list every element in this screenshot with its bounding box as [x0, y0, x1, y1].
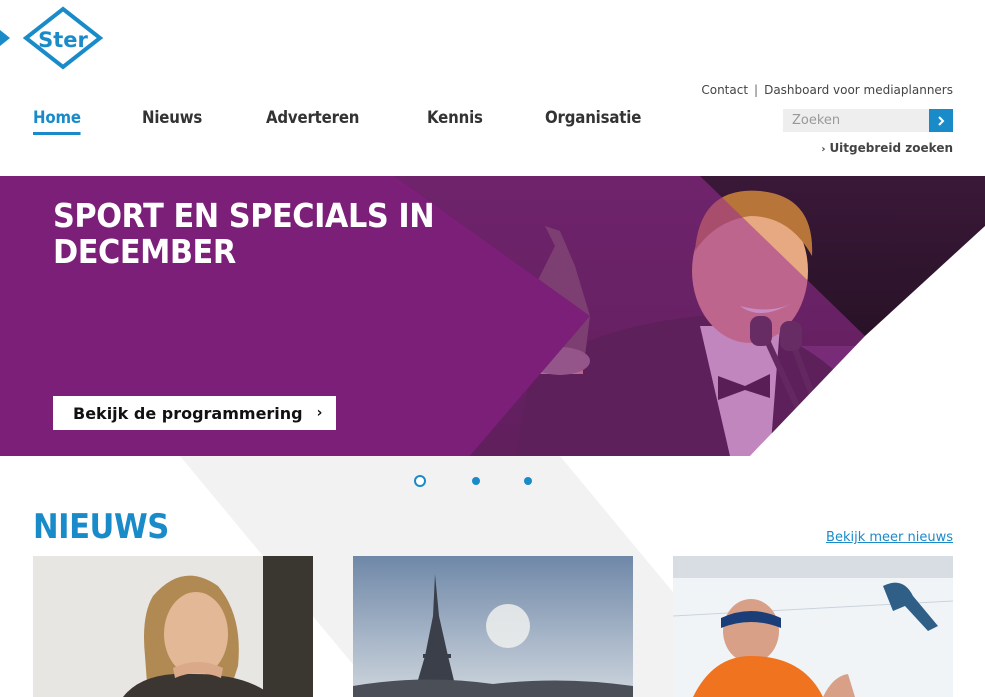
chevron-right-icon: ›	[821, 144, 826, 155]
eiffel-tower-photo	[353, 556, 633, 697]
speed-skater-photo	[673, 556, 953, 697]
advanced-search-label: Uitgebreid zoeken	[829, 141, 953, 155]
woman-portrait-photo	[33, 556, 313, 697]
more-news-link[interactable]: Bekijk meer nieuws	[826, 530, 953, 545]
carousel-dot-1[interactable]	[414, 475, 426, 487]
carousel-indicators	[414, 475, 576, 487]
top-links-separator: |	[754, 83, 759, 97]
news-heading: NIEUWS	[33, 507, 169, 547]
hero-banner[interactable]: SPORT EN SPECIALS IN DECEMBER Bekijk de …	[0, 176, 985, 456]
news-card-2[interactable]	[353, 556, 633, 697]
nav-item-adverteren[interactable]: Adverteren	[266, 108, 359, 135]
carousel-next-arrow-icon[interactable]	[976, 305, 985, 323]
news-card-1[interactable]	[33, 556, 313, 697]
search-button[interactable]	[929, 109, 953, 132]
top-links: Contact | Dashboard voor mediaplanners	[701, 83, 953, 97]
carousel-dot-3[interactable]	[524, 477, 532, 485]
hero-cta-label: Bekijk de programmering	[73, 403, 303, 423]
search-box	[783, 109, 953, 132]
nav-item-home[interactable]: Home	[33, 108, 81, 135]
hero-title: SPORT EN SPECIALS IN DECEMBER	[53, 196, 435, 271]
dashboard-link[interactable]: Dashboard voor mediaplanners	[764, 83, 953, 97]
advanced-search-link[interactable]: › Uitgebreid zoeken	[821, 141, 953, 155]
main-nav: Home Nieuws Adverteren Kennis Organisati…	[33, 108, 709, 135]
nav-item-organisatie[interactable]: Organisatie	[545, 108, 641, 135]
carousel-dot-2[interactable]	[472, 477, 480, 485]
arrow-right-icon	[938, 115, 945, 126]
logo-text: Ster	[38, 28, 88, 52]
chevron-right-icon: ›	[316, 405, 323, 421]
nav-item-kennis[interactable]: Kennis	[427, 108, 483, 135]
nav-item-nieuws[interactable]: Nieuws	[142, 108, 202, 135]
view-programming-button[interactable]: Bekijk de programmering ›	[53, 396, 337, 430]
news-card-3[interactable]	[673, 556, 953, 697]
ster-logo[interactable]: Ster	[0, 0, 110, 72]
search-input[interactable]	[783, 109, 929, 132]
contact-link[interactable]: Contact	[701, 83, 748, 97]
